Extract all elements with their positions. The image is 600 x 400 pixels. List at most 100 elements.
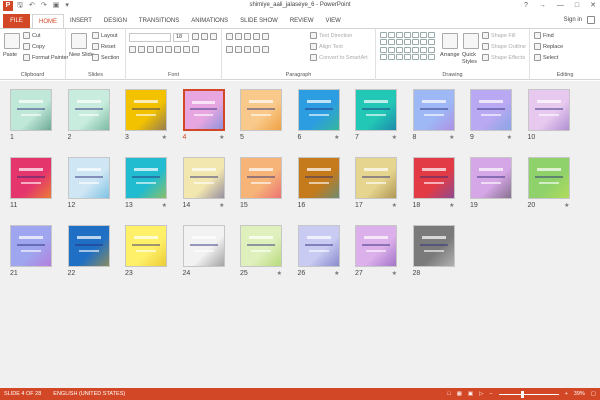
slide-preview[interactable] — [470, 157, 512, 199]
normal-view-icon[interactable]: □ — [447, 388, 450, 400]
slide-thumbnail-14[interactable]: 14 ★ — [182, 157, 225, 209]
slide-preview[interactable] — [412, 157, 455, 199]
animation-star-icon[interactable]: ★ — [449, 202, 454, 209]
slide-thumbnail-4[interactable]: 4 ★ — [182, 89, 225, 141]
animation-star-icon[interactable]: ★ — [392, 134, 397, 141]
align-right-icon[interactable] — [244, 46, 251, 53]
tab-animations[interactable]: ANIMATIONS — [185, 14, 234, 28]
slide-thumbnail-11[interactable]: 11 — [10, 157, 52, 209]
font-size-field[interactable]: 18 — [173, 33, 189, 42]
slide-thumbnail-21[interactable]: 21 — [10, 225, 52, 277]
spacing-icon[interactable] — [174, 46, 181, 53]
animation-star-icon[interactable]: ★ — [392, 270, 397, 277]
clear-format-icon[interactable] — [210, 33, 217, 40]
slide-thumbnail-22[interactable]: 22 — [67, 225, 110, 277]
slide-thumbnail-8[interactable]: 8 ★ — [412, 89, 455, 141]
animation-star-icon[interactable]: ★ — [392, 202, 397, 209]
align-left-icon[interactable] — [226, 46, 233, 53]
avatar-icon[interactable] — [587, 16, 595, 24]
shadow-icon[interactable] — [156, 46, 163, 53]
text-direction-button[interactable]: Text Direction — [310, 32, 352, 39]
quick-styles-button[interactable]: Quick Styles — [462, 52, 482, 66]
slide-thumbnail-5[interactable]: 5 — [240, 89, 282, 141]
align-center-icon[interactable] — [235, 46, 242, 53]
layout-button[interactable]: Layout — [92, 32, 118, 39]
animation-star-icon[interactable]: ★ — [564, 202, 569, 209]
numbering-icon[interactable] — [235, 33, 242, 40]
slide-preview[interactable] — [10, 157, 52, 199]
slide-thumbnail-12[interactable]: 12 — [67, 157, 110, 209]
section-button[interactable]: Section — [92, 54, 119, 61]
shrink-font-icon[interactable] — [201, 33, 208, 40]
tab-file[interactable]: FILE — [3, 14, 30, 28]
new-slide-icon[interactable] — [71, 33, 87, 49]
animation-star-icon[interactable]: ★ — [277, 270, 282, 277]
shape-outline-button[interactable]: Shape Outline — [482, 43, 526, 50]
animation-star-icon[interactable]: ★ — [507, 134, 512, 141]
reset-button[interactable]: Reset — [92, 43, 115, 50]
shape-effects-button[interactable]: Shape Effects — [482, 54, 525, 61]
increase-indent-icon[interactable] — [253, 33, 260, 40]
zoom-slider[interactable] — [498, 390, 559, 398]
replace-button[interactable]: Replace — [534, 43, 563, 50]
slide-thumbnail-3[interactable]: 3 ★ — [125, 89, 167, 141]
tab-review[interactable]: REVIEW — [284, 14, 320, 28]
slide-thumbnail-26[interactable]: 26 ★ — [297, 225, 340, 277]
find-button[interactable]: Find — [534, 32, 554, 39]
format-painter-button[interactable]: Format Painter — [23, 54, 68, 61]
slide-preview[interactable] — [240, 89, 282, 131]
decrease-indent-icon[interactable] — [244, 33, 251, 40]
slide-thumbnail-20[interactable]: 20 ★ — [527, 157, 570, 209]
strikethrough-icon[interactable] — [165, 46, 172, 53]
zoom-slider-thumb[interactable] — [520, 390, 524, 398]
slide-preview[interactable] — [125, 89, 167, 131]
paste-icon[interactable] — [4, 33, 20, 49]
cut-button[interactable]: Cut — [23, 32, 41, 39]
italic-icon[interactable] — [138, 46, 145, 53]
arrange-icon[interactable] — [442, 33, 458, 49]
help-button[interactable]: ? — [524, 1, 528, 11]
quick-styles-icon[interactable] — [463, 33, 479, 49]
tab-slide-show[interactable]: SLIDE SHOW — [234, 14, 284, 28]
copy-button[interactable]: Copy — [23, 43, 45, 50]
slide-thumbnail-24[interactable]: 24 — [182, 225, 225, 277]
slide-preview[interactable] — [355, 89, 397, 131]
grow-font-icon[interactable] — [192, 33, 199, 40]
slide-preview[interactable] — [182, 157, 225, 199]
justify-icon[interactable] — [253, 46, 260, 53]
shapes-gallery[interactable] — [380, 32, 435, 60]
paste-button[interactable]: Paste — [3, 52, 17, 58]
slide-thumbnail-18[interactable]: 18 ★ — [412, 157, 455, 209]
maximize-button[interactable]: □ — [575, 1, 579, 11]
slide-preview[interactable] — [125, 225, 167, 267]
slide-thumbnail-9[interactable]: 9 ★ — [470, 89, 512, 141]
slide-thumbnail-16[interactable]: 16 — [297, 157, 340, 209]
slide-thumbnail-23[interactable]: 23 — [125, 225, 167, 277]
sign-in[interactable]: Sign in — [564, 16, 595, 24]
slide-thumbnail-10[interactable]: 10 — [527, 89, 570, 141]
convert-smartart-button[interactable]: Convert to SmartArt — [310, 54, 368, 61]
underline-icon[interactable] — [147, 46, 154, 53]
slide-thumbnail-19[interactable]: 19 — [470, 157, 512, 209]
sorter-view-icon[interactable]: ▦ — [457, 388, 462, 400]
slide-thumbnail-27[interactable]: 27 ★ — [355, 225, 397, 277]
slide-thumbnail-7[interactable]: 7 ★ — [355, 89, 397, 141]
tab-transitions[interactable]: TRANSITIONS — [133, 14, 185, 28]
minimize-button[interactable]: — — [557, 1, 564, 11]
slide-preview[interactable] — [125, 157, 167, 199]
slide-thumbnail-13[interactable]: 13 ★ — [125, 157, 167, 209]
ribbon-display-button[interactable]: → — [539, 1, 546, 11]
case-icon[interactable] — [183, 46, 190, 53]
shape-fill-button[interactable]: Shape Fill — [482, 32, 515, 39]
bold-icon[interactable] — [129, 46, 136, 53]
bullets-icon[interactable] — [226, 33, 233, 40]
slide-thumbnail-28[interactable]: 28 — [412, 225, 455, 277]
animation-star-icon[interactable]: ★ — [334, 134, 339, 141]
font-color-icon[interactable] — [192, 46, 199, 53]
slide-preview[interactable] — [10, 225, 52, 267]
language-status[interactable]: ENGLISH (UNITED STATES) — [53, 388, 125, 400]
tab-insert[interactable]: INSERT — [64, 14, 98, 28]
sign-in-label[interactable]: Sign in — [564, 17, 582, 23]
slide-preview[interactable] — [527, 157, 570, 199]
animation-star-icon[interactable]: ★ — [162, 202, 167, 209]
